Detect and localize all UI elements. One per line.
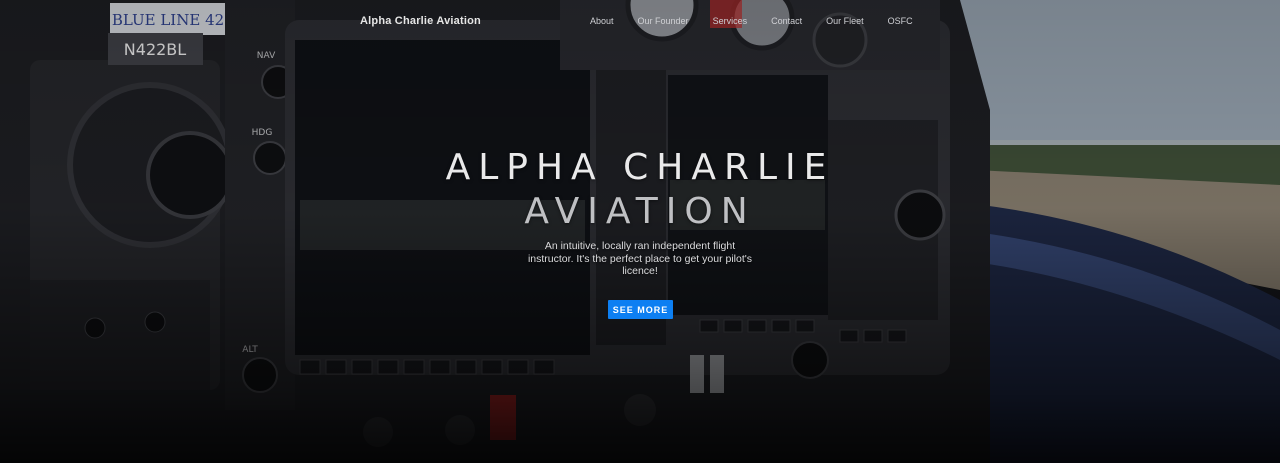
brand-logo-link[interactable]: Alpha Charlie Aviation [360, 15, 481, 27]
nav-link-osfc[interactable]: OSFC [876, 16, 925, 26]
nav-link-contact[interactable]: Contact [759, 16, 814, 26]
nav-item-our-founder: Our Founder [626, 16, 701, 26]
nav-item-about: About [578, 16, 626, 26]
hero-section: BLUE LINE 42 N422BL NAV HDG ALT Alpha Ch… [0, 0, 1280, 463]
alt-knob-label: ALT [242, 345, 258, 355]
nav-link-our-fleet[interactable]: Our Fleet [814, 16, 876, 26]
nav-item-contact: Contact [759, 16, 814, 26]
see-more-button[interactable]: SEE MORE [608, 300, 673, 319]
nav-item-osfc: OSFC [876, 16, 925, 26]
nav-item-services: Services [701, 16, 760, 26]
placard-text: BLUE LINE 42 [112, 11, 224, 29]
main-nav: About Our Founder Services Contact Our F… [578, 16, 925, 26]
nav-item-our-fleet: Our Fleet [814, 16, 876, 26]
hdg-knob-label: HDG [252, 128, 273, 138]
nav-link-about[interactable]: About [578, 16, 626, 26]
nav-knob-label: NAV [257, 51, 276, 61]
hero-subtitle: An intuitive, locally ran independent fl… [527, 240, 753, 277]
hero-title: ALPHA CHARLIE AVIATION [0, 146, 1280, 234]
nav-link-our-founder[interactable]: Our Founder [626, 16, 701, 26]
hero-title-line2: AVIATION [524, 191, 756, 232]
nav-link-services[interactable]: Services [701, 16, 760, 26]
tail-number-text: N422BL [124, 40, 186, 59]
hero-title-line1: ALPHA CHARLIE [445, 147, 835, 188]
